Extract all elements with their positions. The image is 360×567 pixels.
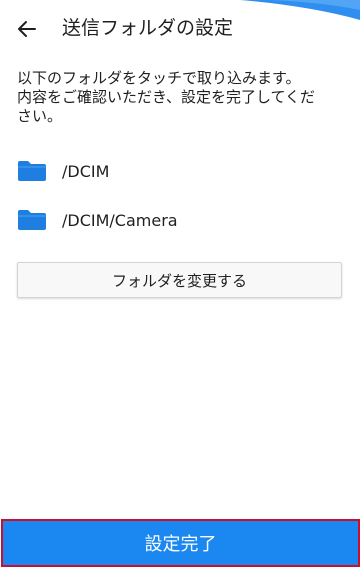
instruction-line-3: さい。 — [17, 107, 63, 125]
instruction-line-1: 以下のフォルダをタッチで取り込みます。 — [17, 69, 301, 87]
complete-settings-button[interactable]: 設定完了 — [1, 519, 360, 567]
change-folder-button[interactable]: フォルダを変更する — [17, 262, 342, 298]
app-header: 送信フォルダの設定 — [0, 0, 360, 56]
arrow-left-icon — [18, 21, 36, 37]
instruction-text: 以下のフォルダをタッチで取り込みます。 内容をご確認いただき、設定を完了してくだ… — [17, 69, 347, 126]
instruction-line-2: 内容をご確認いただき、設定を完了してくだ — [17, 88, 316, 106]
back-button[interactable] — [12, 14, 42, 44]
folder-row-dcim: /DCIM — [17, 156, 337, 186]
folder-icon — [17, 159, 47, 183]
folder-row-dcim-camera: /DCIM/Camera — [17, 205, 337, 235]
folder-path: /DCIM — [62, 161, 110, 181]
folder-icon — [17, 208, 47, 232]
folder-path: /DCIM/Camera — [62, 210, 178, 230]
page-title: 送信フォルダの設定 — [62, 17, 234, 39]
